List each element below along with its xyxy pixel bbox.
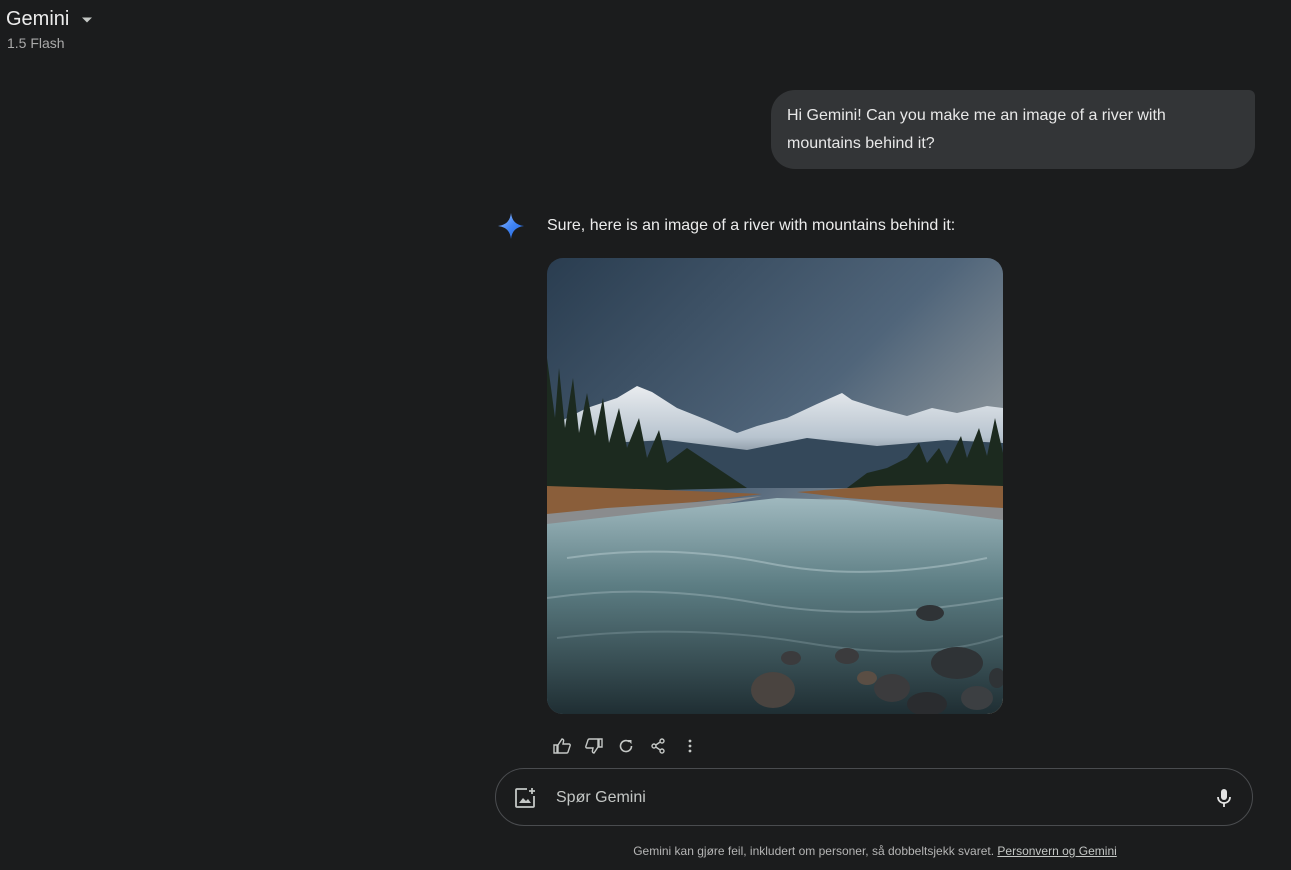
more-vertical-icon[interactable] [674, 736, 706, 756]
thumbs-down-icon[interactable] [578, 736, 610, 756]
thumbs-up-icon[interactable] [546, 736, 578, 756]
model-version: 1.5 Flash [7, 35, 65, 51]
user-message: Hi Gemini! Can you make me an image of a… [771, 90, 1255, 169]
privacy-link[interactable]: Personvern og Gemini [997, 844, 1116, 858]
user-message-text: Hi Gemini! Can you make me an image of a… [787, 106, 1166, 152]
model-switcher[interactable]: Gemini [6, 8, 93, 31]
gemini-spark-icon [497, 212, 525, 240]
disclaimer-text: Gemini kan gjøre feil, inkludert om pers… [633, 844, 995, 858]
add-image-icon[interactable] [513, 786, 537, 810]
response-actions [546, 736, 706, 756]
generated-image[interactable] [547, 258, 1003, 714]
caret-down-icon [81, 16, 93, 24]
app-title: Gemini [6, 8, 70, 30]
assistant-reply: Sure, here is an image of a river with m… [547, 217, 956, 234]
microphone-icon[interactable] [1212, 786, 1236, 810]
share-icon[interactable] [642, 736, 674, 756]
prompt-input[interactable] [554, 783, 1178, 813]
prompt-box [495, 768, 1253, 826]
gemini-app: Gemini 1.5 Flash Hi Gemini! Can you make… [0, 0, 1291, 870]
disclaimer: Gemini kan gjøre feil, inkludert om pers… [0, 844, 1291, 858]
refresh-icon[interactable] [610, 736, 642, 756]
